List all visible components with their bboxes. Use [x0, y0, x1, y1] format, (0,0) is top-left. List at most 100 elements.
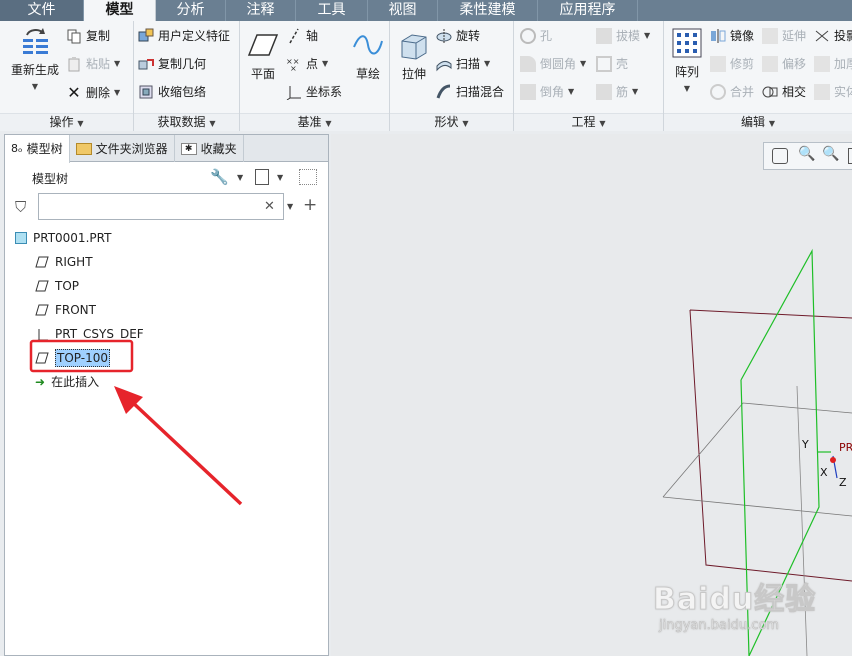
pattern-icon — [672, 28, 702, 58]
round-label: 倒圆角 — [540, 57, 577, 71]
copy-icon — [67, 29, 81, 43]
settings-icon[interactable]: 🔧 — [210, 168, 229, 186]
favorites-icon: ✱ — [180, 142, 197, 155]
group-operations-label[interactable]: 操作 ▼ — [0, 113, 133, 131]
show-dropdown-icon[interactable]: ▼ — [277, 173, 283, 182]
settings-dropdown-icon[interactable]: ▼ — [237, 173, 243, 182]
group-shapes-label[interactable]: 形状 ▼ — [390, 113, 513, 131]
tab-model[interactable]: 模型 — [84, 0, 156, 21]
solidify-button[interactable]: 实体化 — [814, 83, 852, 100]
solidify-icon — [814, 83, 830, 100]
mirror-icon — [711, 28, 726, 43]
tab-analysis[interactable]: 分析 — [156, 0, 226, 21]
tree-item-label: PRT0001.PRT — [33, 231, 112, 245]
paste-button[interactable]: 粘贴 ▼ — [66, 55, 120, 72]
trim-label: 修剪 — [730, 57, 755, 71]
point-button[interactable]: ×× × 点 ▼ — [286, 55, 328, 72]
show-icon[interactable] — [255, 169, 269, 185]
tree-item-top[interactable]: TOP — [35, 275, 79, 297]
sweep-button[interactable]: 扫描 ▼ — [436, 55, 490, 72]
pattern-button[interactable]: 阵列 ▼ — [668, 27, 706, 94]
mirror-button[interactable]: 镜像 — [710, 27, 754, 44]
paste-icon — [68, 56, 80, 71]
trim-icon — [710, 55, 726, 72]
tab-flexible-modeling[interactable]: 柔性建模 — [438, 0, 538, 21]
copy-geometry-button[interactable]: 复制几何 — [138, 55, 206, 72]
search-input[interactable] — [38, 193, 284, 220]
tree-item-part[interactable]: PRT0001.PRT — [15, 227, 111, 249]
intersect-button[interactable]: 相交 — [762, 83, 806, 100]
csys-origin — [830, 457, 836, 463]
tab-tools[interactable]: 工具 — [296, 0, 368, 21]
hole-button[interactable]: 孔 — [520, 27, 552, 44]
sweep-icon — [436, 60, 452, 71]
tree-filter-icon[interactable] — [299, 169, 317, 185]
tree-item-csys[interactable]: PRT_CSYS_DEF — [35, 323, 144, 345]
delete-icon: ✕ — [67, 83, 81, 102]
sweep-blend-button[interactable]: 扫描混合 — [436, 83, 504, 100]
delete-button[interactable]: ✕ 删除 ▼ — [66, 83, 120, 102]
pattern-dropdown[interactable]: ▼ — [684, 84, 690, 93]
round-button[interactable]: 倒圆角 ▼ — [520, 55, 586, 72]
watermark: Baidu经验 jingyan.baidu.com — [653, 574, 843, 644]
group-datum: 平面 轴 ×× × 点 ▼ 坐标系 草绘 基准 ▼ — [240, 21, 390, 131]
thicken-icon — [814, 55, 830, 72]
tree-item-top-100[interactable]: TOP-100 — [35, 347, 110, 369]
group-engineering-label[interactable]: 工程 ▼ — [514, 113, 663, 131]
datum-plane-icon — [35, 256, 49, 268]
axis-button[interactable]: 轴 — [286, 27, 318, 44]
udf-button[interactable]: 用户定义特征 — [138, 27, 230, 44]
tab-applications[interactable]: 应用程序 — [538, 0, 638, 21]
tab-view[interactable]: 视图 — [368, 0, 438, 21]
shell-button[interactable]: 壳 — [596, 55, 628, 72]
regenerate-dropdown[interactable]: ▼ — [32, 82, 38, 91]
shrinkwrap-icon — [139, 85, 153, 98]
project-button[interactable]: 投影 — [814, 27, 852, 44]
tab-favorites[interactable]: ✱ 收藏夹 — [175, 135, 244, 162]
draft-button[interactable]: 拔模 ▼ — [596, 27, 650, 44]
chamfer-button[interactable]: 倒角 ▼ — [520, 83, 574, 100]
tree-item-insert-here[interactable]: ➜ 在此插入 — [35, 371, 99, 393]
ribbon-tabs: 文件 模型 分析 注释 工具 视图 柔性建模 应用程序 — [0, 0, 852, 21]
plane-button[interactable]: 平面 — [244, 29, 282, 82]
axis-icon — [289, 28, 299, 43]
tab-annotate[interactable]: 注释 — [226, 0, 296, 21]
tab-file[interactable]: 文件 — [0, 0, 84, 21]
csys-label: 坐标系 — [306, 85, 343, 99]
copy-button[interactable]: 复制 — [66, 27, 110, 44]
datum-plane-icon — [35, 304, 49, 316]
tree-item-right[interactable]: RIGHT — [35, 251, 93, 273]
revolve-button[interactable]: 旋转 — [436, 27, 480, 44]
regenerate-button[interactable]: 重新生成 ▼ — [6, 25, 64, 92]
offset-button[interactable]: 偏移 — [762, 55, 806, 72]
clear-search-icon[interactable]: ✕ — [264, 199, 275, 214]
group-datum-label[interactable]: 基准 ▼ — [240, 113, 389, 131]
tree-item-front[interactable]: FRONT — [35, 299, 96, 321]
shrinkwrap-button[interactable]: 收缩包络 — [138, 83, 206, 100]
add-filter-icon[interactable]: + — [303, 195, 317, 215]
sketch-button[interactable]: 草绘 — [350, 29, 386, 82]
tab-folder-browser[interactable]: 文件夹浏览器 — [70, 135, 175, 162]
thicken-label: 加厚 — [834, 57, 852, 71]
thicken-button[interactable]: 加厚 — [814, 55, 852, 72]
rib-button[interactable]: 筋 ▼ — [596, 83, 638, 100]
group-get-data-label[interactable]: 获取数据 ▼ — [134, 113, 239, 131]
csys-button[interactable]: 坐标系 — [286, 83, 342, 100]
extend-button[interactable]: 延伸 — [762, 27, 806, 44]
rib-icon — [596, 83, 612, 100]
merge-button[interactable]: 合并 — [710, 83, 754, 100]
search-dropdown-icon[interactable]: ▼ — [287, 202, 293, 211]
plane-icon — [247, 34, 279, 56]
graphics-window[interactable]: 🔍 🔍 Y X Z PR Baidu经验 jingyan.baidu.com — [331, 134, 852, 656]
extrude-button[interactable]: 拉伸 — [396, 29, 432, 82]
model-tree-header: 模型树 🔧 ▼ ▼ — [5, 163, 328, 191]
pattern-label: 阵列 — [674, 65, 699, 79]
extrude-label: 拉伸 — [401, 67, 426, 81]
group-editing-label[interactable]: 编辑 ▼ — [664, 113, 852, 131]
tab-model-tree[interactable]: 8ₒ 模型树 — [5, 135, 70, 163]
rib-label: 筋 — [616, 85, 629, 99]
filter-funnel-icon[interactable]: ⛉ — [15, 198, 26, 216]
navigator-tabs: 8ₒ 模型树 文件夹浏览器 ✱ 收藏夹 — [5, 135, 328, 163]
trim-button[interactable]: 修剪 — [710, 55, 754, 72]
group-editing: 阵列 ▼ 镜像 修剪 合并 延伸 偏移 相交 投影 加厚 实体化 编辑 ▼ — [664, 21, 852, 131]
